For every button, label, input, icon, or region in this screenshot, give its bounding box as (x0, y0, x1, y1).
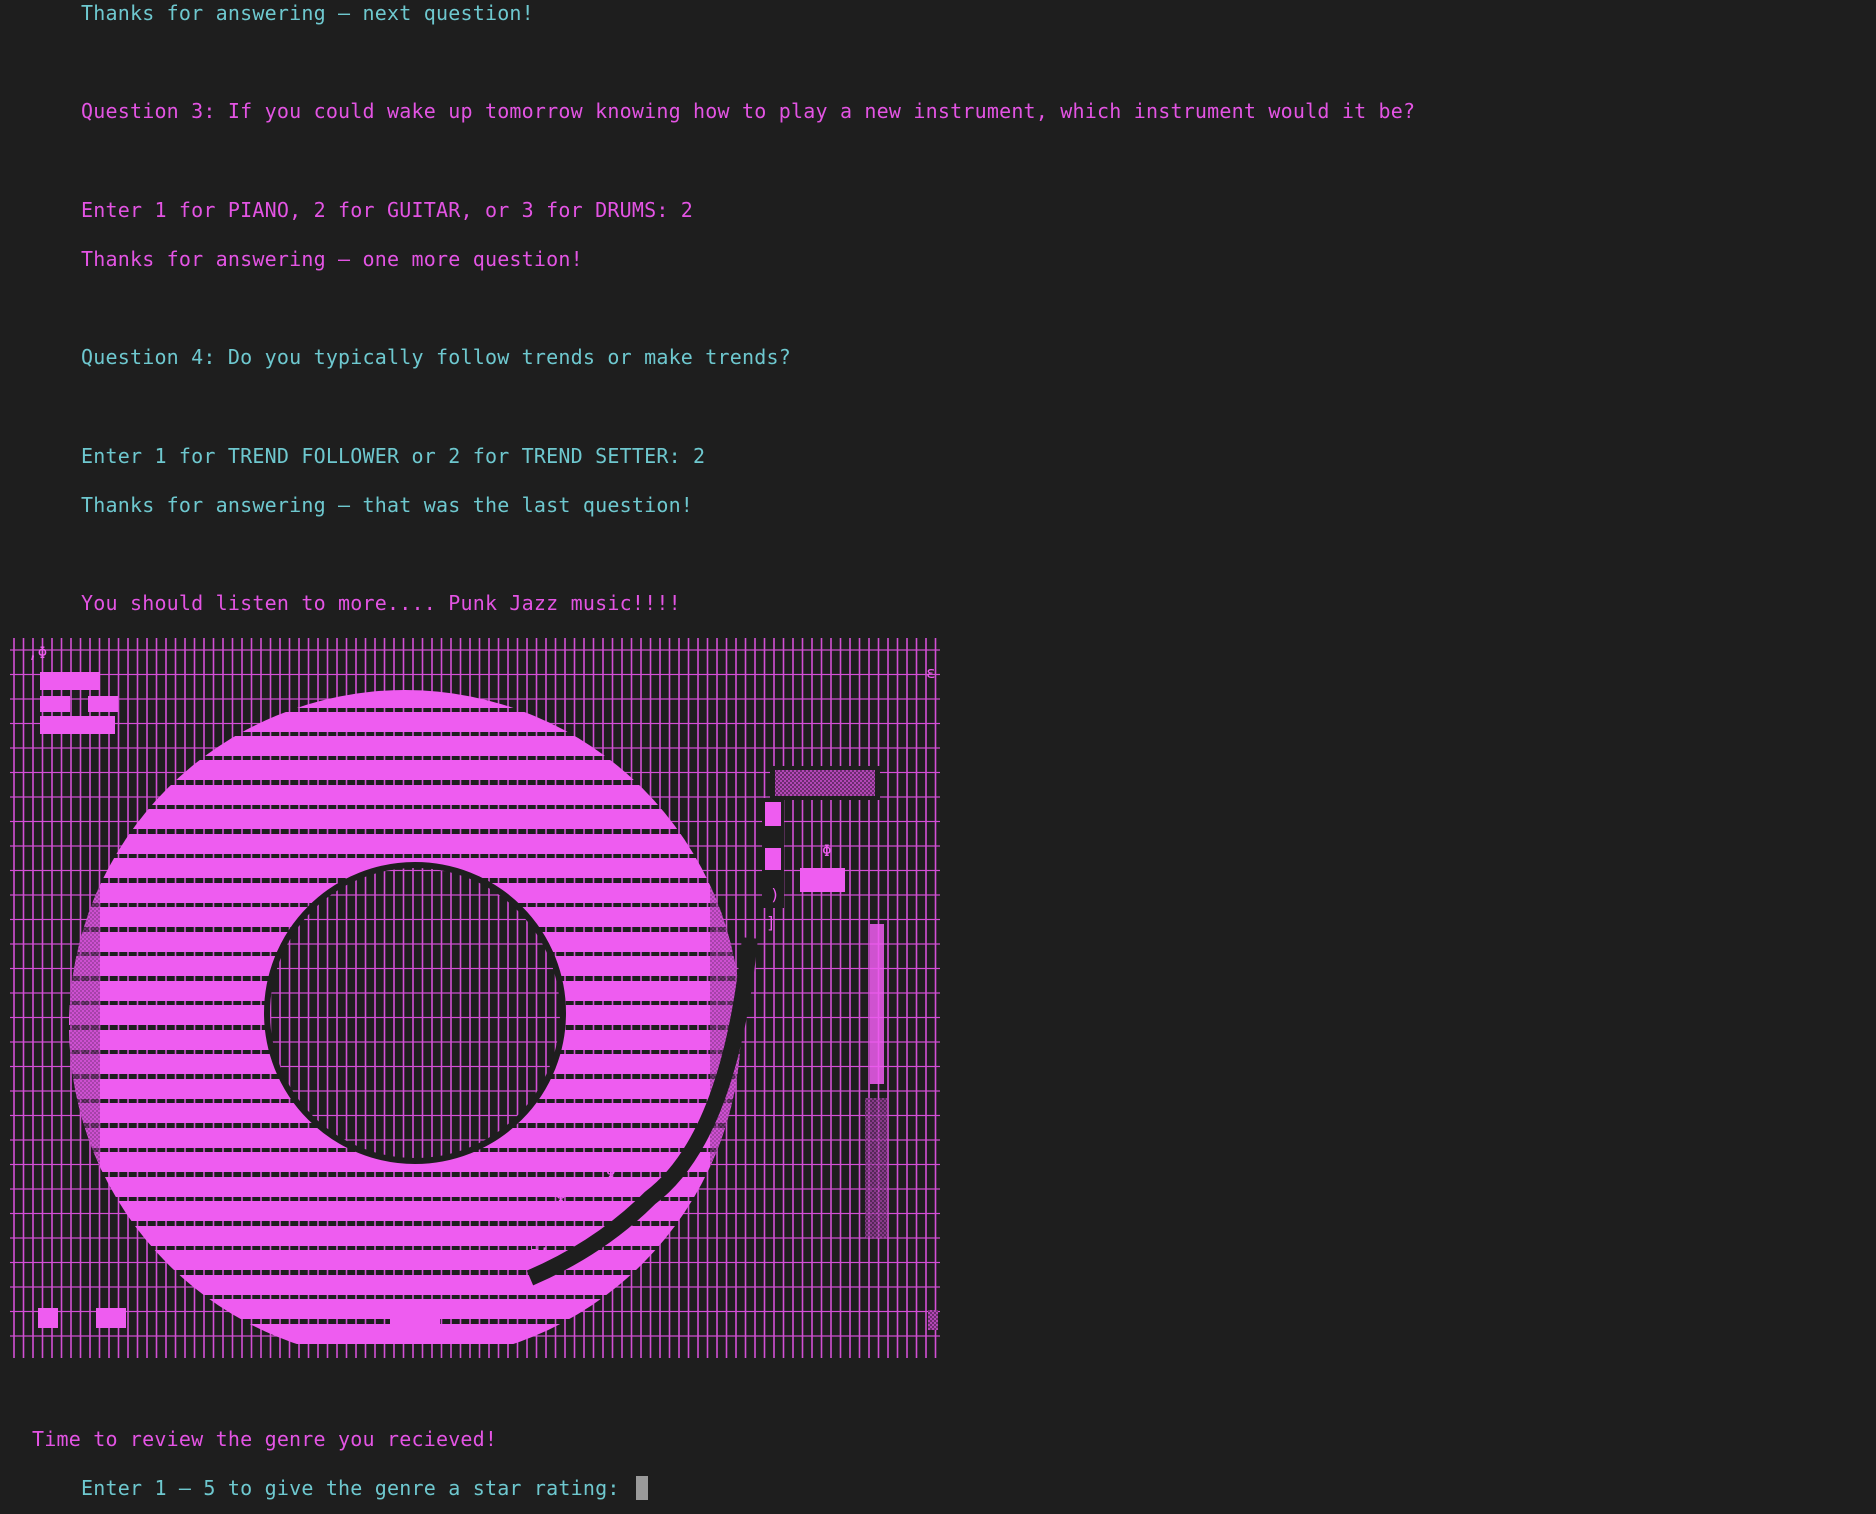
svg-text:~: ~ (700, 1053, 710, 1072)
svg-text:Φ: Φ (606, 1162, 616, 1181)
svg-text:Φ: Φ (556, 1186, 566, 1205)
output-thanks-last: Thanks for answering – that was the last… (81, 493, 694, 517)
svg-text:ε: ε (926, 663, 936, 682)
terminal-window: Thanks for answering – next question! Qu… (0, 0, 1876, 1514)
output-thanks-next: Thanks for answering – next question! (81, 1, 534, 25)
ascii-art-record-icon: ,Φ ε Φ ) ] Φ Φ ⌂, ~ (10, 638, 940, 1358)
terminal-cursor[interactable] (635, 1476, 648, 1500)
output-question-4: Question 4: Do you typically follow tren… (81, 345, 791, 369)
output-review: Time to review the genre you recieved! (32, 1427, 498, 1451)
svg-text:⌂,: ⌂, (530, 1235, 549, 1254)
svg-text:): ) (770, 885, 780, 904)
output-thanks-one-more: Thanks for answering – one more question… (81, 247, 583, 271)
svg-text:]: ] (766, 913, 776, 932)
svg-text:Φ: Φ (822, 841, 832, 860)
rating-prompt-text: Enter 1 – 5 to give the genre a star rat… (81, 1476, 632, 1500)
output-result: You should listen to more.... Punk Jazz … (81, 591, 681, 615)
rating-prompt-line[interactable]: Enter 1 – 5 to give the genre a star rat… (81, 1475, 648, 1501)
output-question-3-prompt: Enter 1 for PIANO, 2 for GUITAR, or 3 fo… (81, 198, 694, 222)
output-question-4-prompt: Enter 1 for TREND FOLLOWER or 2 for TREN… (81, 444, 706, 468)
output-question-3: Question 3: If you could wake up tomorro… (81, 99, 1416, 123)
svg-text:,Φ: ,Φ (28, 643, 47, 662)
